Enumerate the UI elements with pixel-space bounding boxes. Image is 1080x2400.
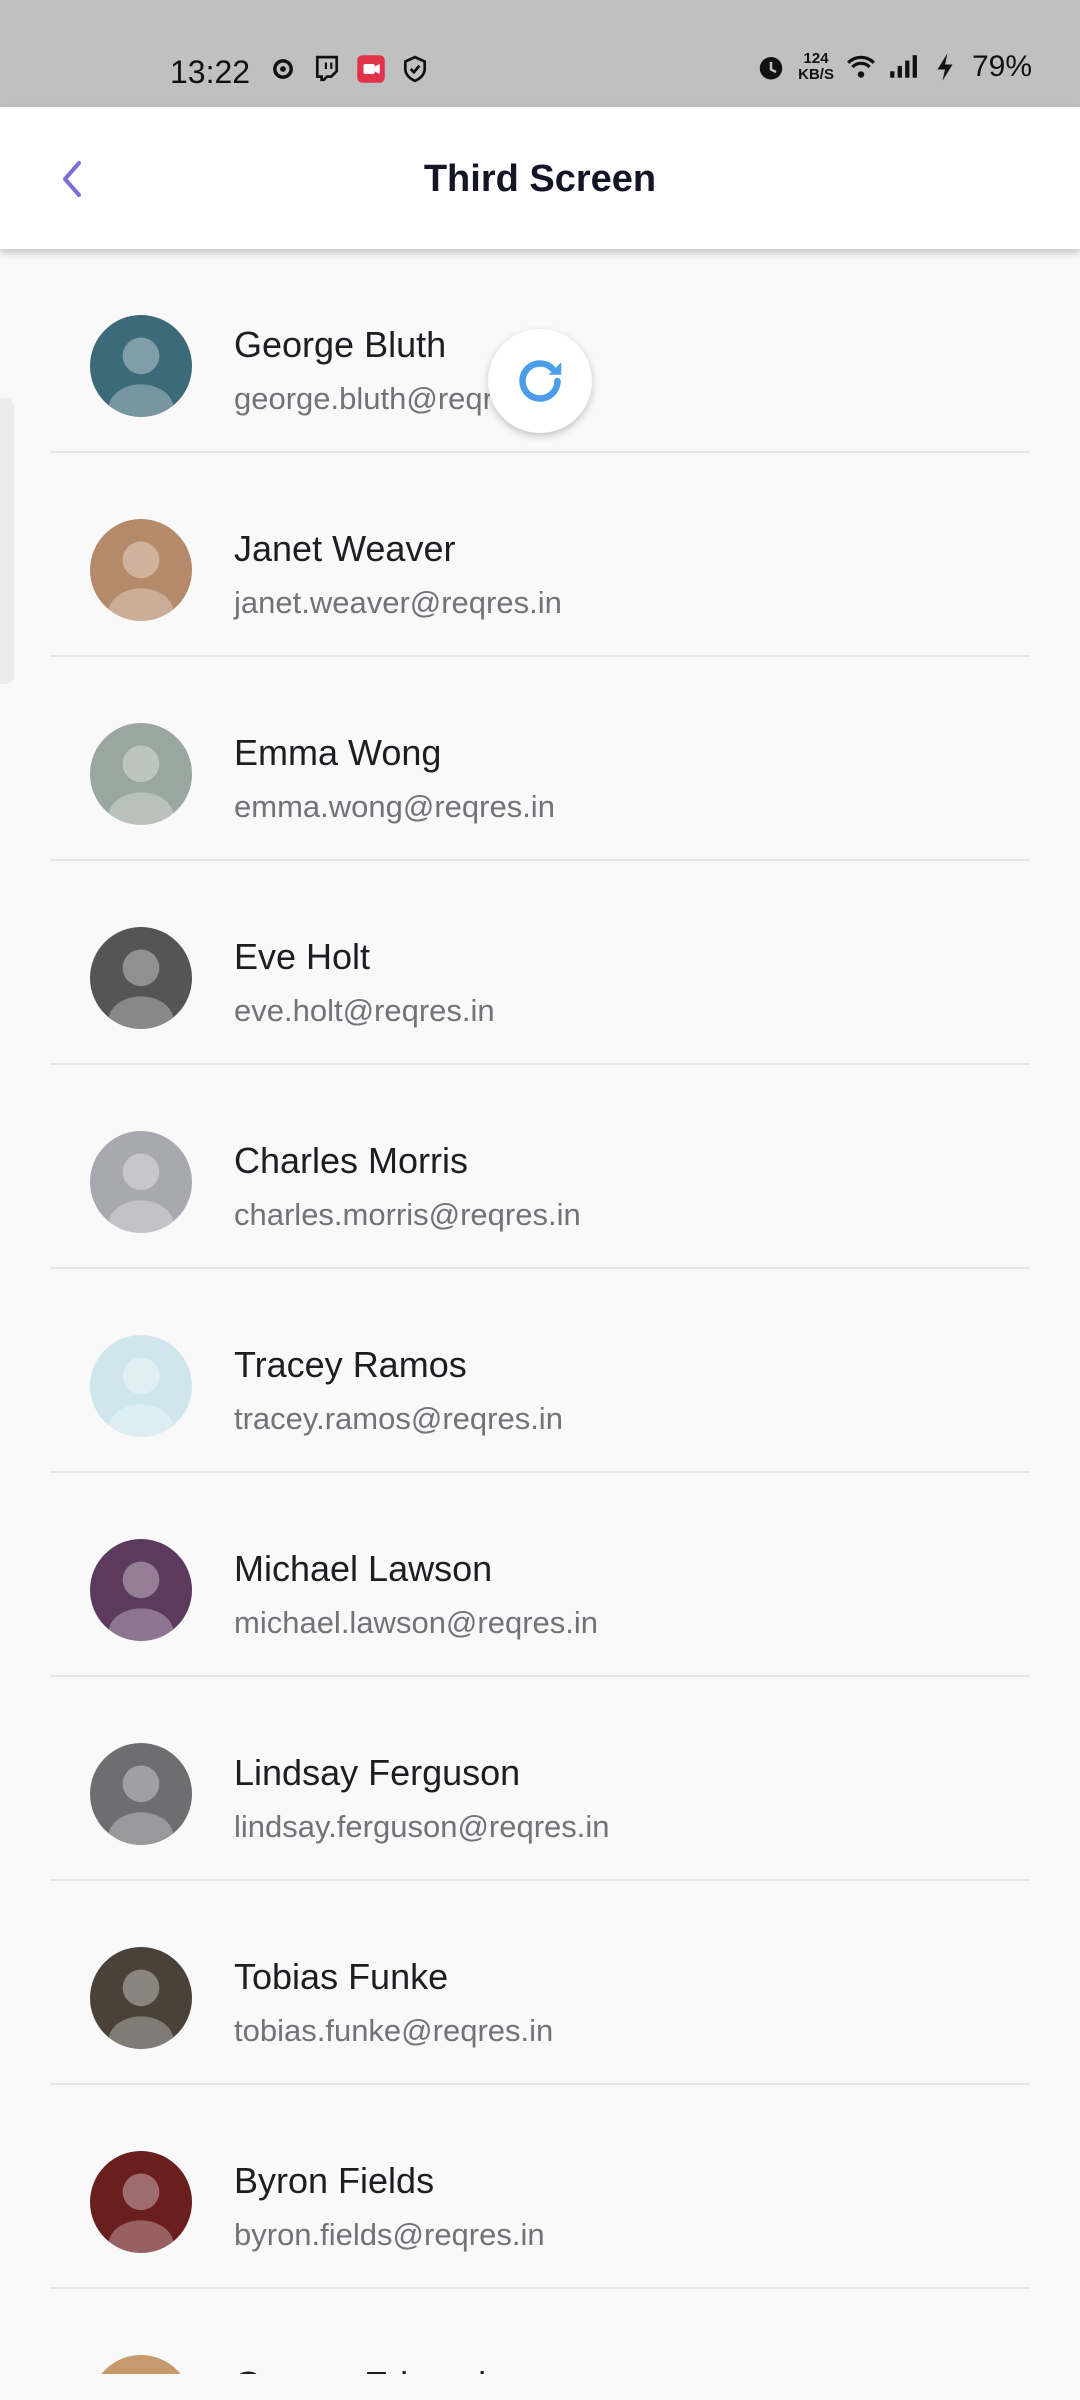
user-list-item[interactable]: Byron Fields byron.fields@reqres.in (50, 2085, 1030, 2289)
user-list[interactable]: George Bluth george.bluth@reqres.in Janet … (0, 249, 1080, 2374)
user-name: Janet Weaver (234, 528, 456, 569)
avatar (90, 1539, 192, 1641)
avatar (90, 927, 192, 1029)
avatar (90, 1947, 192, 2049)
twitch-icon (312, 54, 342, 84)
user-email: tracey.ramos@reqres.in (234, 1401, 563, 1436)
page-title: Third Screen (423, 158, 657, 200)
user-list-item[interactable]: Michael Lawson michael.lawson@reqres.in (50, 1473, 1030, 1677)
avatar (90, 315, 192, 417)
settings-gear-icon (268, 54, 298, 84)
user-email: emma.wong@reqres.in (234, 789, 555, 824)
shield-icon (400, 54, 430, 84)
alarm-icon (756, 52, 786, 82)
user-list-item[interactable]: Tobias Funke tobias.funke@reqres.in (50, 1881, 1030, 2085)
user-name: George Bluth (234, 324, 447, 365)
user-name: Michael Lawson (234, 1548, 493, 1589)
user-list-item[interactable]: Janet Weaver janet.weaver@reqres.in (50, 453, 1030, 657)
user-list-item[interactable]: George Edwards (50, 2289, 1030, 2374)
user-name: George Edwards (234, 2363, 504, 2374)
user-name: Tobias Funke (234, 1956, 449, 1997)
user-list-item[interactable]: Charles Morris charles.morris@reqres.in (50, 1065, 1030, 1269)
refresh-icon (519, 360, 562, 402)
user-name: Lindsay Ferguson (234, 1752, 521, 1793)
user-name: Charles Morris (234, 1140, 469, 1181)
avatar (90, 723, 192, 825)
user-email: michael.lawson@reqres.in (234, 1605, 599, 1640)
user-email: eve.holt@reqres.in (234, 993, 495, 1028)
user-name: Emma Wong (234, 732, 442, 773)
user-name: Tracey Ramos (234, 1344, 467, 1385)
notification-icons (268, 54, 430, 84)
avatar (90, 2151, 192, 2253)
user-name: Eve Holt (234, 936, 371, 977)
user-email: janet.weaver@reqres.in (234, 585, 562, 620)
avatar (90, 1743, 192, 1845)
user-email: byron.fields@reqres.in (234, 2217, 545, 2252)
net-speed: 124 KB/S (798, 51, 834, 83)
avatar (90, 519, 192, 621)
status-time: 13:22 (170, 54, 251, 90)
status-bar: 13:22 124 KB/S 79% (0, 0, 1080, 107)
wifi-icon (846, 52, 876, 82)
user-email: charles.morris@reqres.in (234, 1197, 581, 1232)
user-name: Byron Fields (234, 2160, 435, 2201)
user-email: tobias.funke@reqres.in (234, 2013, 554, 2048)
avatar (90, 2355, 192, 2374)
system-status-icons: 124 KB/S 79% (756, 50, 1032, 84)
user-email: lindsay.ferguson@reqres.in (234, 1809, 610, 1844)
pull-to-refresh-indicator (488, 329, 592, 433)
user-list-item[interactable]: Tracey Ramos tracey.ramos@reqres.in (50, 1269, 1030, 1473)
charging-icon (930, 52, 960, 82)
app-bar: Third Screen (0, 107, 1080, 249)
battery-percent: 79% (971, 50, 1032, 83)
screen-record-icon (356, 54, 386, 84)
user-list-item[interactable]: Eve Holt eve.holt@reqres.in (50, 861, 1030, 1065)
user-list-item[interactable]: Emma Wong emma.wong@reqres.in (50, 657, 1030, 861)
net-speed-value: 124 (803, 50, 829, 67)
avatar (90, 1335, 192, 1437)
user-list-item[interactable]: Lindsay Ferguson lindsay.ferguson@reqres.… (50, 1677, 1030, 1881)
net-speed-unit: KB/S (798, 66, 834, 83)
avatar (90, 1131, 192, 1233)
signal-icon (888, 52, 918, 82)
